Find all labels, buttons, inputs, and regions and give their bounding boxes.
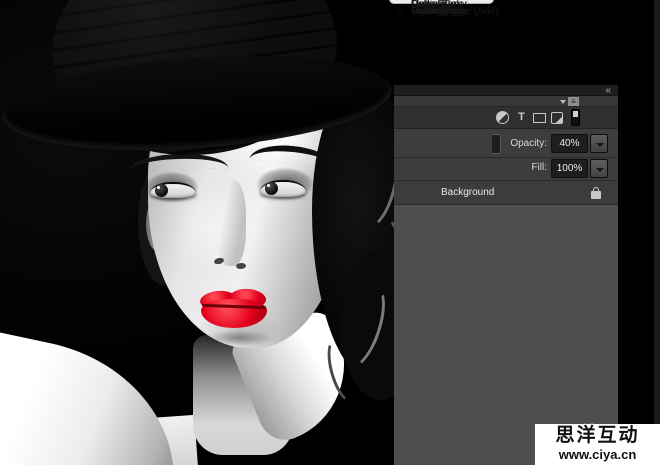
menu-item-label: Luminosity	[411, 6, 459, 19]
menu-item-luminosity[interactable]: Luminosity	[390, 6, 411, 19]
photo-eyebrow-left	[128, 152, 228, 171]
photo-nose-shadow	[216, 180, 246, 266]
layer-filtering-toggle[interactable]	[571, 109, 580, 126]
opacity-value[interactable]: 40%	[551, 134, 588, 153]
panel-header-bar: «	[394, 85, 618, 96]
photo-red-lips	[198, 288, 270, 330]
photo-collar-left	[0, 330, 198, 465]
layer-name: Background	[441, 187, 494, 198]
collapse-panels-icon[interactable]: «	[605, 85, 610, 96]
panel-tab-bar: ≡	[394, 96, 618, 107]
blend-mode-menu: DarkenMultiplyColor BurnLinear BurnDarke…	[389, 0, 494, 4]
lock-icon	[591, 187, 601, 199]
layer-row-background[interactable]: Background	[394, 181, 618, 205]
filter-type-layers-icon[interactable]: T	[515, 111, 528, 124]
fill-dropdown-button[interactable]	[590, 159, 608, 178]
fill-label: Fill:	[499, 162, 547, 173]
window-right-edge	[654, 0, 660, 465]
photo-nostril-right	[236, 263, 246, 270]
layer-filter-bar: T	[394, 107, 618, 129]
fill-value[interactable]: 100%	[551, 159, 588, 178]
photo-eye-right	[260, 180, 306, 197]
fill-row: Fill: 100%	[394, 158, 618, 181]
opacity-label: Opacity:	[499, 138, 547, 149]
photo-chin-shadow	[203, 330, 273, 346]
flyout-triangle-icon	[560, 100, 566, 104]
photo-eye-left	[150, 182, 196, 198]
panel-flyout-menu-icon[interactable]: ≡	[560, 97, 580, 106]
watermark-url-text: www.ciya.cn	[535, 447, 660, 462]
flyout-lines-icon: ≡	[568, 97, 579, 106]
photo-iris-left	[155, 184, 168, 197]
watermark-chinese-text: 思洋互动	[535, 424, 660, 447]
blend-opacity-row: Opacity: 40%	[394, 129, 618, 158]
photo-iris-right	[265, 182, 278, 195]
opacity-dropdown-button[interactable]	[590, 134, 608, 153]
photoshop-window: « ≡ T Opacity: 40% Fill: 100% Curves 1Gr…	[0, 0, 660, 465]
filter-shape-layers-icon[interactable]	[533, 113, 546, 123]
layers-panel: « ≡ T Opacity: 40% Fill: 100% Curves 1Gr…	[394, 85, 618, 465]
filter-smart-objects-icon[interactable]	[551, 112, 563, 124]
filter-adjustment-layers-icon[interactable]	[496, 111, 509, 124]
lock-body	[591, 191, 601, 199]
watermark: 思洋互动 www.ciya.cn	[535, 424, 660, 465]
